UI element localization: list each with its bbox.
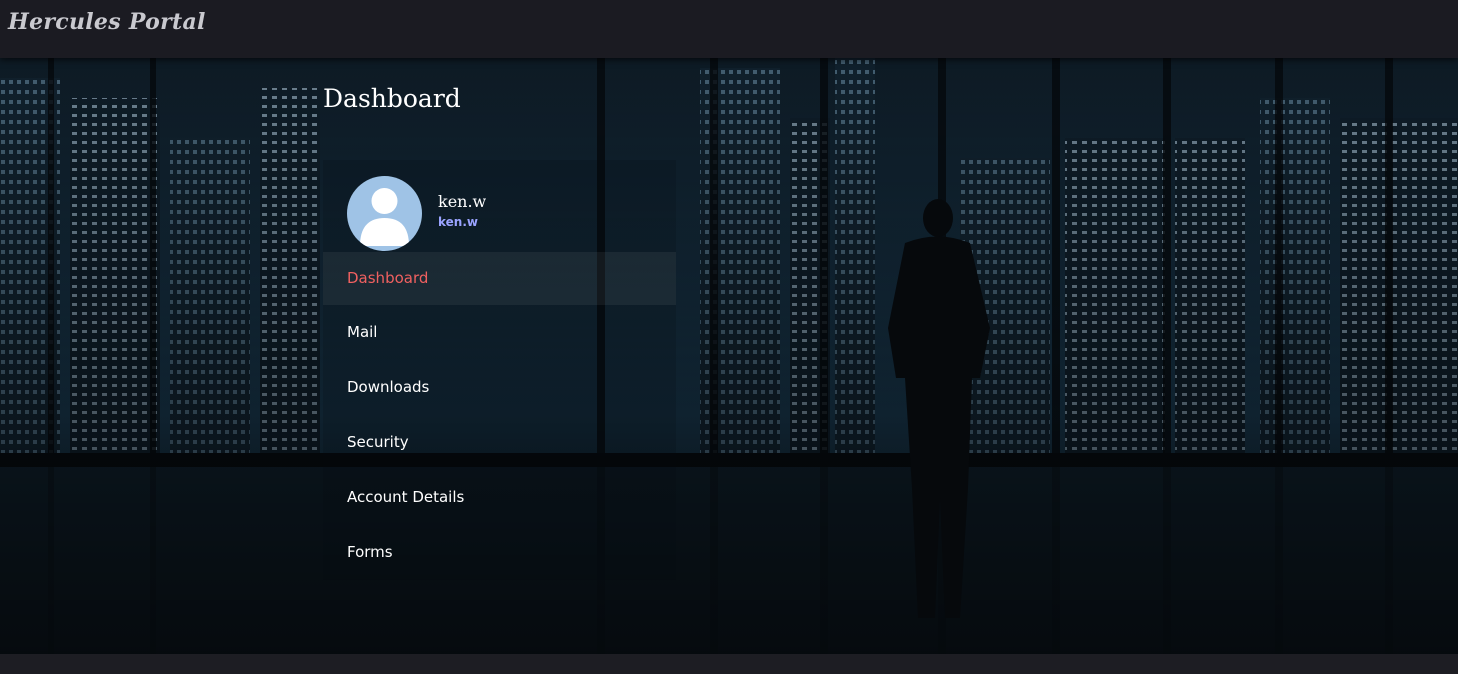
city-skyline-background: [0, 58, 1458, 654]
sidebar-item-forms[interactable]: Forms: [323, 525, 676, 580]
sidebar-item-downloads[interactable]: Downloads: [323, 360, 676, 415]
page-title: Dashboard: [323, 84, 461, 113]
sidebar-item-mail[interactable]: Mail: [323, 305, 676, 360]
top-bar: Hercules Portal: [0, 0, 1458, 58]
sidebar-nav: Dashboard Mail Downloads Security Accoun…: [323, 252, 676, 580]
user-handle: ken.w: [438, 215, 478, 229]
sidebar-panel: ken.w ken.w Dashboard Mail Downloads Sec…: [323, 160, 676, 580]
sidebar-item-dashboard[interactable]: Dashboard: [323, 252, 676, 305]
user-avatar-icon: [347, 176, 422, 251]
skyline-illustration: [0, 58, 1458, 654]
bottom-bar: [0, 654, 1458, 674]
sidebar-item-security[interactable]: Security: [323, 415, 676, 470]
brand-title[interactable]: Hercules Portal: [8, 9, 206, 35]
sidebar-item-account-details[interactable]: Account Details: [323, 470, 676, 525]
user-name: ken.w: [438, 192, 487, 211]
